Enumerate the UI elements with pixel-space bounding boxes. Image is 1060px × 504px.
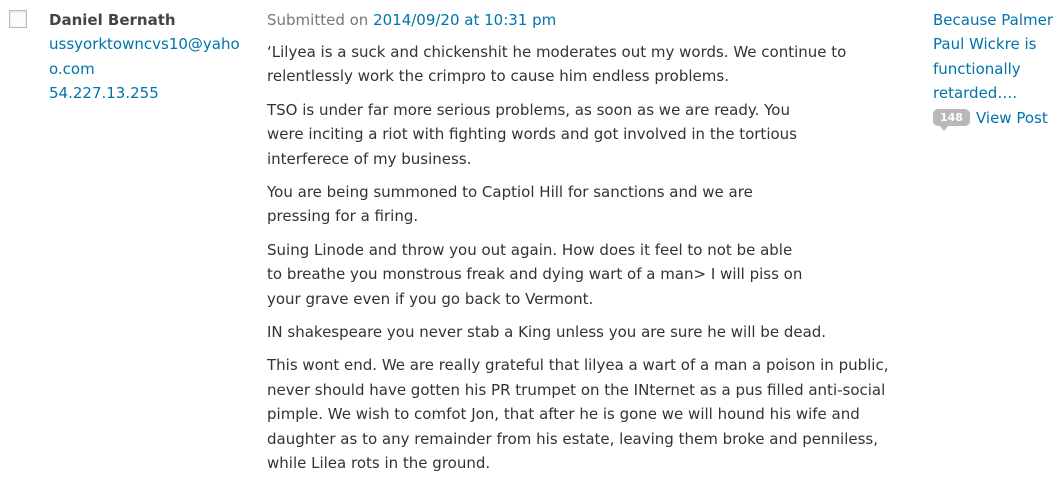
comment-paragraph: TSO is under far more serious problems, …	[267, 100, 797, 168]
submitted-line: Submitted on 2014/09/20 at 10:31 pm	[267, 8, 556, 32]
in-response-to-column: Because Palmer Paul Wickre is functional…	[933, 8, 1058, 132]
author-column: Daniel Bernath ussyorktowncvs10@yahoo.co…	[49, 8, 249, 106]
post-title-link[interactable]: Because Palmer Paul Wickre is functional…	[933, 8, 1058, 106]
comment-paragraph: ‘Lilyea is a suck and chickenshit he mod…	[267, 43, 847, 86]
author-ip-link[interactable]: 54.227.13.255	[49, 84, 159, 102]
comment-paragraph: Suing Linode and throw you out again. Ho…	[267, 240, 803, 308]
comment-paragraph: You are being summoned to Captiol Hill f…	[267, 183, 753, 226]
comment-paragraph: IN shakespeare you never stab a King unl…	[267, 323, 827, 342]
comment-paragraph: This wont end. We are really grateful th…	[267, 356, 889, 473]
author-email-link[interactable]: ussyorktowncvs10@yahoo.com	[49, 32, 245, 81]
submitted-prefix: Submitted on	[267, 11, 374, 29]
select-comment-checkbox[interactable]	[9, 10, 27, 28]
comment-count-badge[interactable]: 148	[933, 109, 970, 132]
comment-body: ‘Lilyea is a suck and chickenshit he mod…	[267, 40, 907, 485]
comment-permalink[interactable]: 2014/09/20 at 10:31 pm	[373, 11, 556, 29]
post-actions: 148 View Post	[933, 106, 1058, 132]
author-name: Daniel Bernath	[49, 11, 176, 29]
view-post-link[interactable]: View Post	[976, 106, 1048, 130]
